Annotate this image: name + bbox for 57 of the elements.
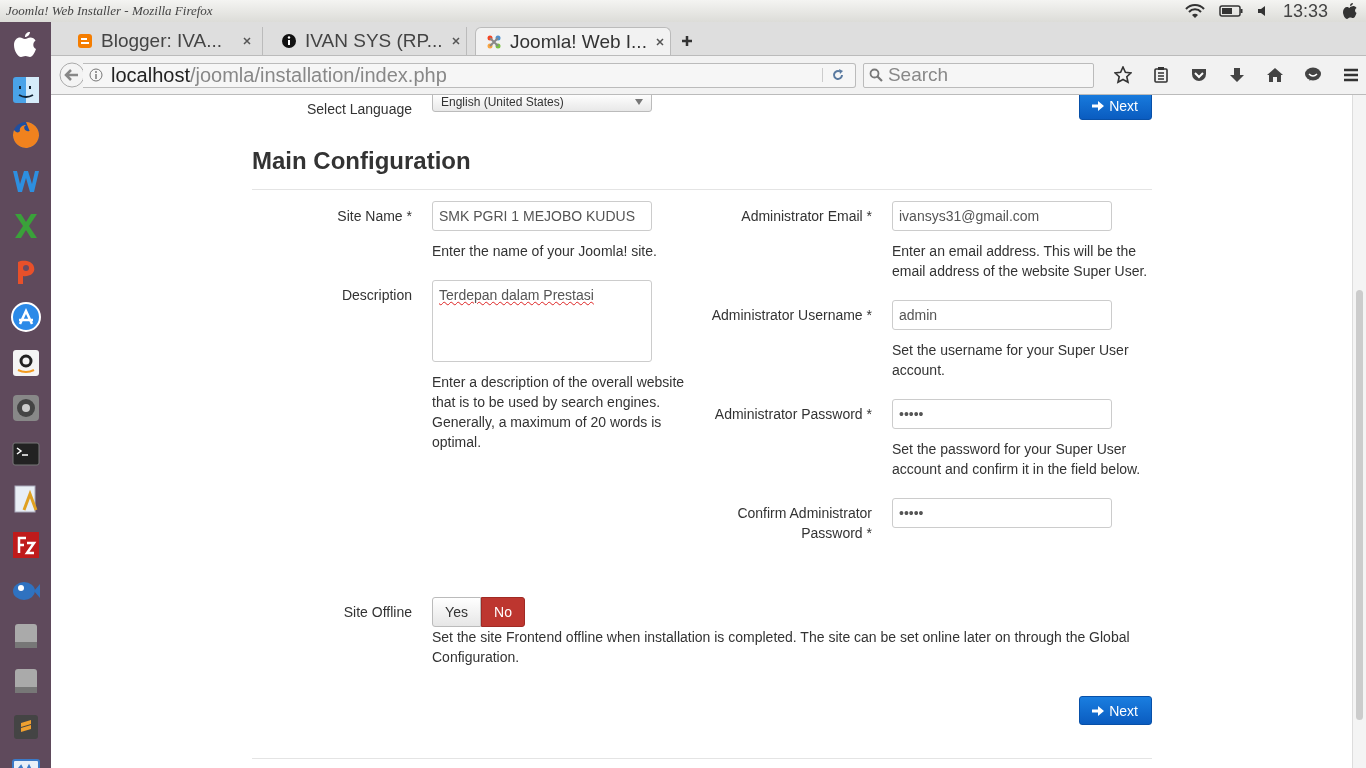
text-field[interactable]: SMK PGRI 1 MEJOBO KUDUS: [432, 201, 652, 231]
text-field[interactable]: ivansys31@gmail.com: [892, 201, 1112, 231]
section-heading: Main Configuration: [252, 147, 472, 175]
info-icon: [281, 33, 297, 49]
help-text: Set the password for your Super User account and confirm it in the field below.: [892, 440, 1142, 479]
apple-icon[interactable]: [1342, 2, 1358, 20]
field-label: Confirm Administrator Password *: [736, 504, 872, 543]
scrollbar[interactable]: [1352, 95, 1366, 768]
help-text: Set the username for your Super User account.: [892, 341, 1130, 380]
close-icon[interactable]: [654, 36, 665, 47]
download-icon[interactable]: [1228, 66, 1246, 84]
star-icon[interactable]: [1114, 66, 1132, 84]
text-field[interactable]: •••••: [892, 498, 1112, 528]
toggle-option[interactable]: Yes: [432, 597, 481, 627]
help-text: Set the site Frontend offline when installation is completed. The site can be set online later on through the Global Configuration.: [432, 628, 1131, 667]
menu-icon[interactable]: [1342, 66, 1360, 84]
arrow-icon: [1092, 100, 1105, 111]
field-label: Select Language: [305, 99, 412, 119]
window-title: Joomla! Web Installer - Mozilla Firefox: [6, 3, 213, 19]
home-icon[interactable]: [1266, 66, 1284, 84]
help-text: Enter an email address. This will be the email address of the website Super User.: [892, 242, 1149, 281]
caret-icon: [635, 99, 643, 105]
text-field[interactable]: •••••: [892, 399, 1112, 429]
arrow-icon: [1092, 705, 1105, 716]
close-icon[interactable]: [450, 36, 461, 46]
reload-icon[interactable]: [821, 68, 845, 82]
next-button[interactable]: Next: [1079, 696, 1152, 725]
help-text: Enter a description of the overall website that is to be used by search engines. Generally, a maximum of 20 words is optimal.: [432, 373, 686, 452]
reading-list-icon[interactable]: [1152, 66, 1170, 84]
next-button[interactable]: Next: [1079, 95, 1152, 120]
back-icon[interactable]: [59, 62, 85, 88]
wifi-icon[interactable]: [1184, 3, 1205, 19]
text-field[interactable]: admin: [892, 300, 1112, 330]
language-select[interactable]: English (United States): [432, 95, 652, 112]
app-store-icon[interactable]: [9, 301, 42, 333]
info-icon[interactable]: [89, 68, 103, 82]
address-bar[interactable]: localhost/joomla/installation/index.php: [83, 62, 856, 88]
text-area[interactable]: Terdepan dalam Prestasi: [432, 280, 652, 362]
close-icon[interactable]: [242, 36, 252, 46]
field-label: Description: [340, 286, 412, 305]
blogger-icon: [77, 33, 93, 49]
field-label: Administrator Username *: [710, 306, 872, 325]
search-icon: [868, 68, 883, 82]
pocket-icon[interactable]: [1190, 66, 1208, 84]
browser-tab[interactable]: Joomla! Web I...: [475, 27, 671, 55]
field-label: Site Offline: [342, 603, 412, 622]
help-text: Enter the name of your Joomla! site.: [432, 242, 658, 261]
new-tab-icon[interactable]: [681, 35, 693, 47]
battery-icon[interactable]: [1218, 5, 1243, 17]
url-text: localhost/joomla/installation/index.php: [111, 63, 448, 87]
field-label: Site Name *: [336, 207, 412, 226]
field-label: Administrator Password *: [713, 405, 872, 424]
toggle-option[interactable]: No: [481, 597, 525, 627]
joomla-icon: [486, 33, 502, 50]
clock[interactable]: 13:33: [1282, 0, 1328, 22]
field-label: Administrator Email *: [740, 207, 872, 226]
chat-icon[interactable]: [1304, 66, 1322, 84]
